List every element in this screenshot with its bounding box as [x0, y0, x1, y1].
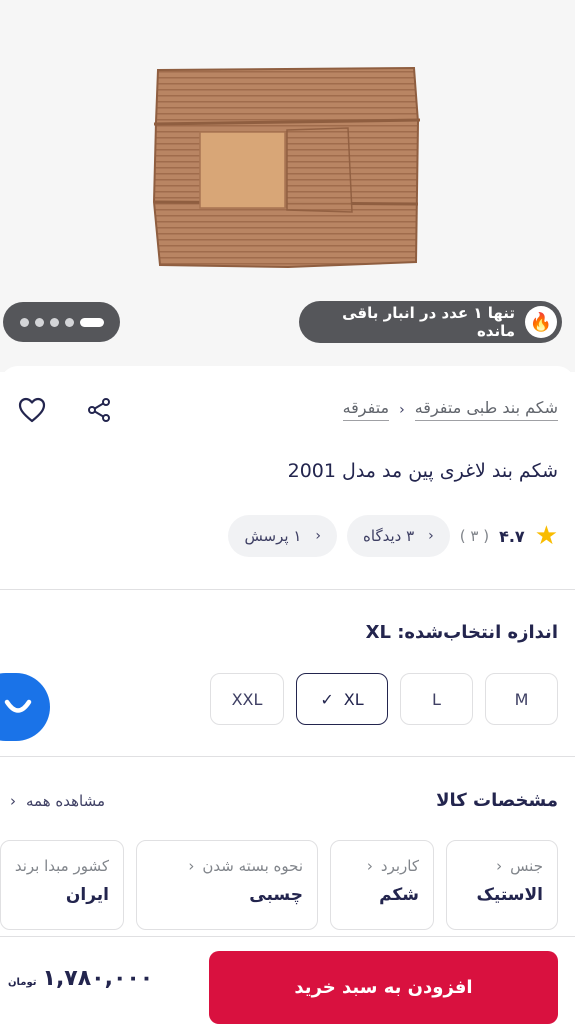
- breadcrumb: متفرقه ‹ شکم بند طبی متفرقه: [342, 398, 558, 421]
- fire-icon: 🔥: [525, 306, 557, 338]
- price-value: ۱,۷۸۰,۰۰۰: [42, 966, 154, 991]
- spec-card-brand-country[interactable]: کشور مبدا برند ایران: [0, 840, 124, 930]
- chevron-left-icon: ‹: [399, 401, 405, 418]
- smile-icon: [4, 699, 32, 713]
- reviews-chip[interactable]: ۳ دیدگاه ‹: [347, 515, 450, 557]
- see-all-specs-link[interactable]: مشاهده همه ‹: [10, 792, 105, 810]
- product-image[interactable]: [148, 62, 424, 272]
- check-icon: ✓: [320, 689, 334, 709]
- spec-card-usage[interactable]: کاربرد ‹ شکم: [330, 840, 434, 930]
- chevron-left-icon: ‹: [10, 792, 16, 810]
- stock-notice: 🔥 تنها ۱ عدد در انبار باقی مانده: [299, 301, 562, 343]
- pagination-dot-active: [79, 317, 104, 327]
- spec-card-material[interactable]: جنس ‹ الاستیک: [446, 840, 558, 930]
- chevron-left-icon: ‹: [315, 528, 322, 544]
- pagination-dot: [19, 317, 29, 327]
- divider: [0, 756, 575, 757]
- divider: [0, 589, 575, 590]
- spec-card-closure[interactable]: نحوه بسته شدن ‹ چسبی: [136, 840, 318, 930]
- add-to-cart-button[interactable]: افزودن به سبد خرید: [209, 951, 558, 1024]
- chevron-left-icon: ‹: [366, 857, 373, 875]
- chevron-left-icon: ‹: [496, 857, 503, 875]
- breadcrumb-item-subcategory[interactable]: شکم بند طبی متفرقه: [414, 398, 558, 421]
- price-currency: تومان: [8, 977, 37, 988]
- size-option-m[interactable]: M: [485, 673, 558, 725]
- pagination-dot: [49, 317, 59, 327]
- size-option-l[interactable]: L: [400, 673, 473, 725]
- rating-value: ۴.۷: [499, 526, 525, 546]
- share-icon[interactable]: [82, 393, 116, 427]
- specs-title: مشخصات کالا: [436, 790, 558, 811]
- price: تومان ۱,۷۸۰,۰۰۰: [8, 966, 153, 991]
- questions-chip-label: ۱ پرسش: [244, 527, 302, 545]
- rating-count: ( ۳ ): [459, 527, 490, 545]
- product-gallery[interactable]: 🔥 تنها ۱ عدد در انبار باقی مانده: [0, 0, 575, 372]
- star-icon: ★: [534, 521, 558, 551]
- stock-notice-text: تنها ۱ عدد در انبار باقی مانده: [342, 304, 516, 340]
- gallery-pagination[interactable]: [3, 302, 120, 342]
- size-option-xxl[interactable]: XXL: [210, 673, 284, 725]
- wishlist-heart-icon[interactable]: [15, 393, 49, 427]
- pagination-dot: [34, 317, 44, 327]
- product-title: شکم بند لاغری پین مد مدل 2001: [287, 460, 558, 482]
- questions-chip[interactable]: ۱ پرسش ‹: [228, 515, 338, 557]
- pagination-dot: [64, 317, 74, 327]
- chevron-left-icon: ‹: [428, 528, 434, 544]
- see-all-label: مشاهده همه: [26, 792, 106, 810]
- chevron-left-icon: ‹: [188, 857, 195, 875]
- selected-size-label: اندازه انتخاب‌شده: XL: [365, 622, 558, 643]
- reviews-chip-label: ۳ دیدگاه: [363, 527, 415, 545]
- rating-row: ★ ۴.۷ ( ۳ ) ۳ دیدگاه ‹ ۱ پرسش ‹: [228, 515, 558, 557]
- size-option-xl[interactable]: ✓ XL: [296, 673, 388, 725]
- breadcrumb-item-category[interactable]: متفرقه: [342, 398, 390, 421]
